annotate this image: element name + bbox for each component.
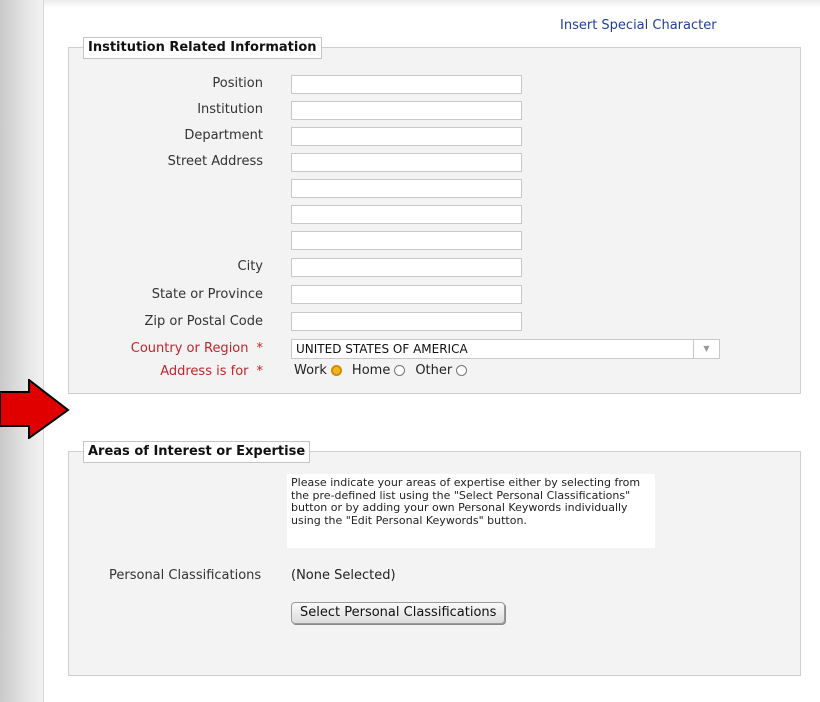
interest-legend: Areas of Interest or Expertise — [83, 441, 311, 463]
address-for-radio-group: Work Home Other — [294, 363, 477, 378]
department-input[interactable] — [291, 127, 522, 146]
work-radio-label: Work — [294, 363, 327, 378]
institution-input[interactable] — [291, 101, 522, 120]
department-label: Department — [184, 128, 263, 143]
top-shadow — [44, 0, 820, 8]
address-work-option[interactable]: Work — [294, 363, 342, 378]
position-label: Position — [212, 76, 263, 91]
left-gutter — [0, 0, 44, 702]
required-marker: * — [256, 341, 264, 356]
street-address-label: Street Address — [167, 154, 263, 169]
personal-classifications-value: (None Selected) — [291, 568, 396, 583]
insert-special-character-link[interactable]: Insert Special Character — [560, 18, 717, 33]
red-arrow-icon — [0, 379, 70, 439]
street-address-line-3[interactable] — [291, 205, 522, 224]
home-radio[interactable] — [394, 365, 406, 376]
other-radio-label: Other — [415, 363, 453, 378]
street-address-line-4[interactable] — [291, 231, 522, 250]
city-label: City — [237, 259, 263, 274]
state-label: State or Province — [151, 287, 263, 302]
street-address-line-1[interactable] — [291, 153, 522, 172]
zip-input[interactable] — [291, 312, 522, 331]
interest-help-text: Please indicate your areas of expertise … — [287, 474, 655, 548]
institution-section: Institution Related Information Position… — [68, 37, 801, 394]
institution-label: Institution — [197, 102, 263, 117]
address-other-option[interactable]: Other — [415, 363, 468, 378]
gutter-divider — [43, 0, 44, 702]
position-input[interactable] — [291, 75, 522, 94]
institution-legend: Institution Related Information — [83, 37, 322, 59]
city-input[interactable] — [291, 258, 522, 277]
zip-label: Zip or Postal Code — [144, 314, 263, 329]
address-for-label: Address is for * — [160, 364, 263, 379]
state-input[interactable] — [291, 285, 522, 304]
required-marker: * — [256, 364, 264, 379]
select-personal-classifications-button[interactable]: Select Personal Classifications — [291, 602, 506, 624]
address-home-option[interactable]: Home — [351, 363, 406, 378]
chevron-down-icon[interactable]: ▼ — [693, 339, 719, 359]
country-selected-value: UNITED STATES OF AMERICA — [296, 342, 468, 356]
interest-section: Areas of Interest or Expertise Please in… — [68, 441, 801, 676]
personal-classifications-label: Personal Classifications — [109, 568, 262, 583]
work-radio[interactable] — [330, 365, 342, 376]
home-radio-label: Home — [351, 363, 391, 378]
other-radio[interactable] — [456, 365, 468, 376]
street-address-line-2[interactable] — [291, 179, 522, 198]
country-select[interactable]: UNITED STATES OF AMERICA ▼ — [291, 339, 720, 359]
country-label: Country or Region * — [130, 341, 264, 356]
